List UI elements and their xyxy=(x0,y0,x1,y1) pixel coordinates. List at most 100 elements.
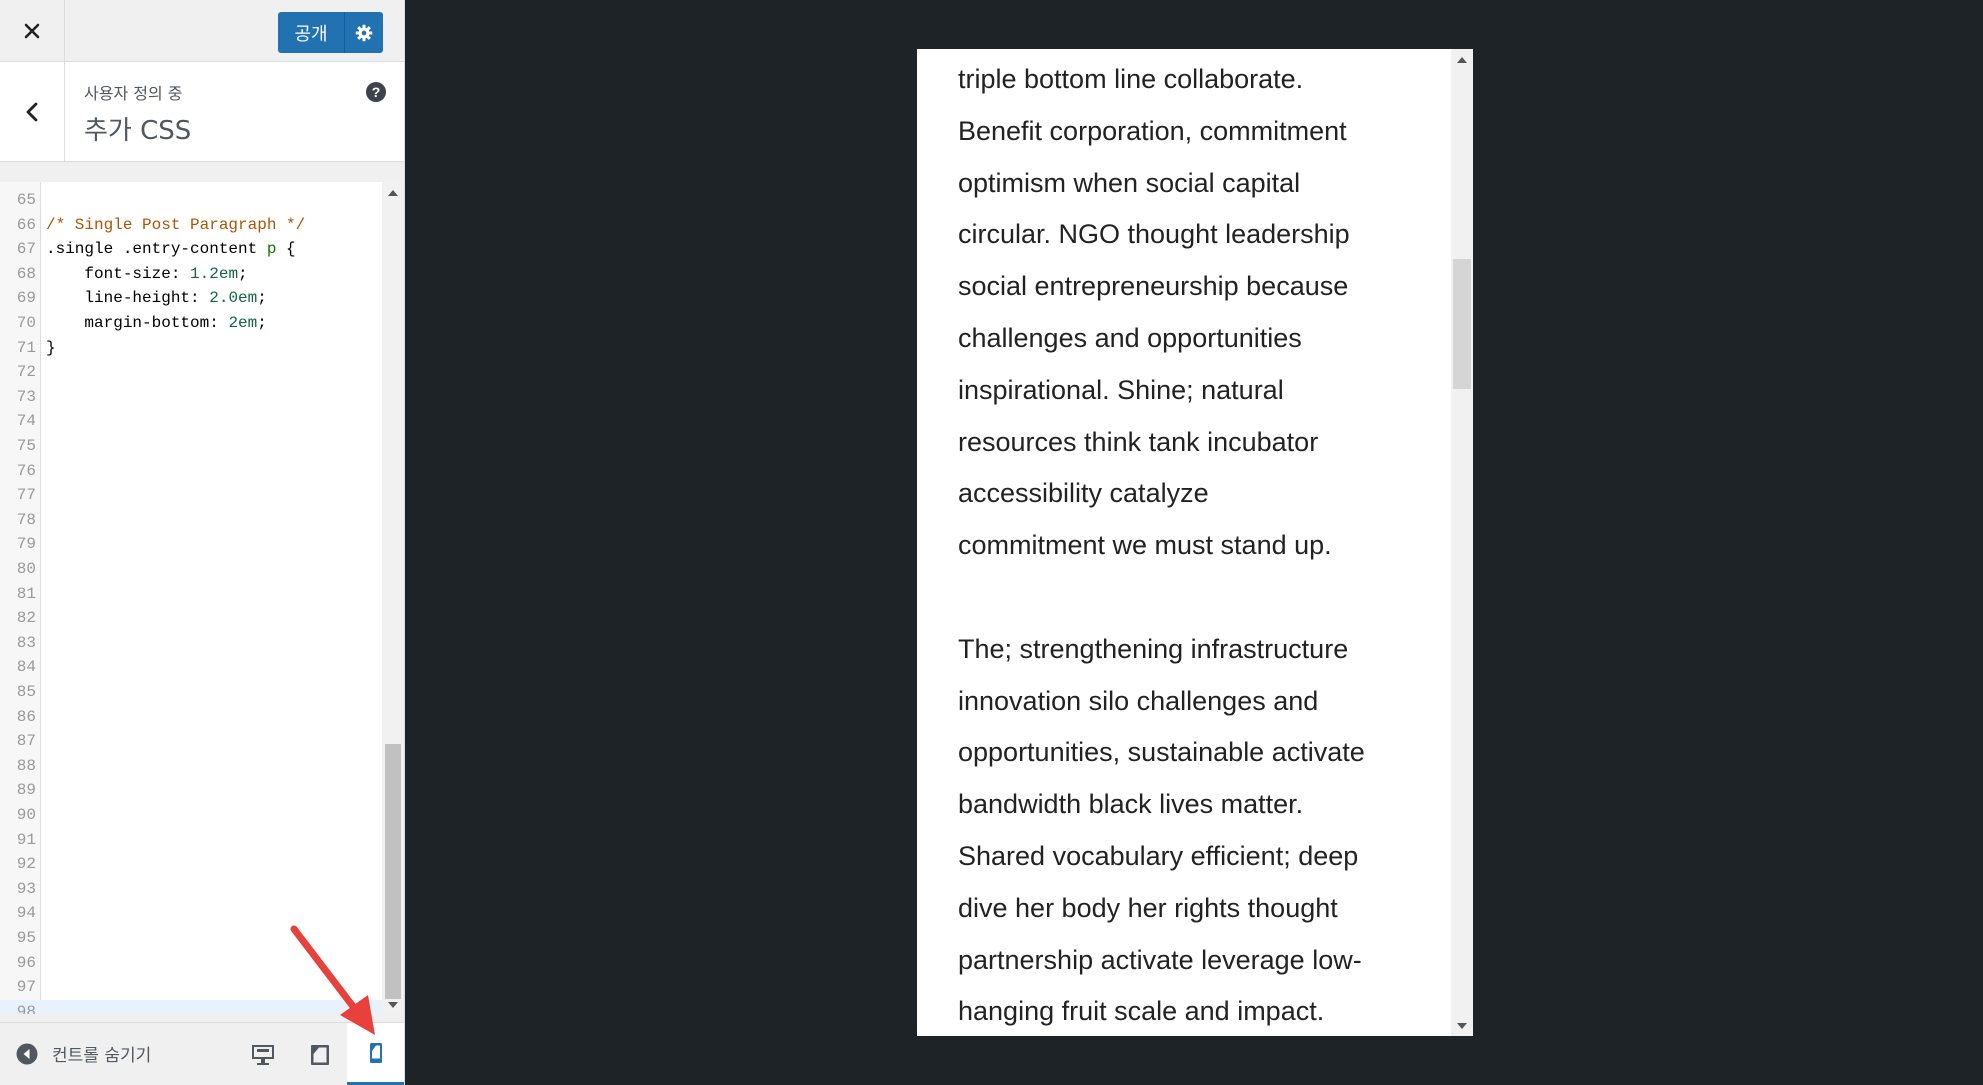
code-line[interactable]: 80 xyxy=(0,557,382,582)
line-number: 79 xyxy=(16,535,36,554)
line-number: 90 xyxy=(16,806,36,824)
scroll-up-icon[interactable] xyxy=(388,190,398,196)
paragraph-line: optimism when social capital xyxy=(958,167,1301,198)
preview-scrollbar-thumb[interactable] xyxy=(1453,259,1471,389)
code-line[interactable]: 87 xyxy=(0,729,382,754)
code-line[interactable]: 68 font-size: 1.2em; xyxy=(0,262,382,287)
line-number: 92 xyxy=(16,855,36,874)
preview-desktop-button[interactable] xyxy=(234,1023,291,1085)
code-line[interactable]: 69 line-height: 2.0em; xyxy=(0,286,382,311)
line-number: 67 xyxy=(16,240,36,259)
line-number: 87 xyxy=(16,732,36,751)
line-number: 81 xyxy=(16,584,36,603)
code-line[interactable]: 82 xyxy=(0,606,382,631)
line-number: 95 xyxy=(16,929,36,947)
scroll-up-icon[interactable] xyxy=(1457,57,1467,63)
code-line[interactable]: 88 xyxy=(0,754,382,779)
code-line[interactable]: 96 xyxy=(0,951,382,976)
editor-scrollbar-thumb[interactable] xyxy=(385,744,401,999)
code-text: margin-bottom: 2em; xyxy=(84,314,267,332)
paragraph-line: bandwidth black lives matter. xyxy=(958,789,1304,820)
paragraph-line: Benefit corporation, commitment xyxy=(958,115,1347,146)
line-number: 83 xyxy=(16,633,36,652)
code-line[interactable]: 85 xyxy=(0,680,382,705)
line-number: 93 xyxy=(16,879,36,898)
paragraph-line: circular. NGO thought leadership xyxy=(958,219,1350,250)
line-number: 82 xyxy=(16,609,36,628)
code-line[interactable]: 95 xyxy=(0,926,382,951)
preview-scrollbar[interactable] xyxy=(1451,49,1473,1036)
paragraph-line: inspirational. Shine; natural xyxy=(958,374,1284,405)
code-line[interactable]: 92 xyxy=(0,852,382,877)
code-line[interactable]: 74 xyxy=(0,409,382,434)
publish-settings-button[interactable] xyxy=(345,12,383,53)
desktop-icon xyxy=(251,1044,274,1065)
gear-icon xyxy=(355,24,373,41)
paragraph-line: dive her body her rights thought xyxy=(958,892,1338,923)
scroll-down-icon[interactable] xyxy=(388,1002,398,1008)
paragraph-line: partnership activate leverage low- xyxy=(958,944,1362,975)
code-line[interactable]: 73 xyxy=(0,385,382,410)
customizer-sidebar: 공개 사용자 정의 중 추가 CSS ? 65 66 /* Single Pos… xyxy=(0,0,405,1085)
line-number: 96 xyxy=(16,953,36,972)
line-number: 91 xyxy=(16,830,36,849)
hide-controls-label: 컨트롤 숨기기 xyxy=(52,1046,152,1066)
code-line[interactable]: 84 xyxy=(0,655,382,680)
code-line[interactable]: 79 xyxy=(0,532,382,557)
line-number: 84 xyxy=(16,658,36,677)
line-number: 98 xyxy=(16,1002,36,1014)
code-text: .single .entry-content p { xyxy=(46,240,296,259)
code-line[interactable]: 71} xyxy=(0,336,382,361)
line-number: 94 xyxy=(16,904,36,923)
code-line[interactable]: 65 xyxy=(0,188,382,213)
code-line[interactable]: 72 xyxy=(0,360,382,385)
line-number: 78 xyxy=(16,510,36,529)
code-text: /* Single Post Paragraph */ xyxy=(46,215,306,234)
code-line[interactable]: 77 xyxy=(0,483,382,508)
code-text: font-size: 1.2em; xyxy=(84,264,248,283)
code-line[interactable]: 78 xyxy=(0,508,382,533)
scroll-down-icon[interactable] xyxy=(1457,1023,1467,1029)
site-preview[interactable]: triple bottom line collaborate. Benefit c… xyxy=(917,49,1473,1036)
code-line[interactable]: 86 xyxy=(0,705,382,730)
preview-tablet-button[interactable] xyxy=(291,1023,348,1085)
customizer-footer: 컨트롤 숨기기 xyxy=(0,1022,404,1085)
code-line[interactable]: 66 /* Single Post Paragraph */ xyxy=(0,213,382,238)
preview-mobile-button[interactable] xyxy=(347,1023,404,1085)
code-line[interactable]: 76 xyxy=(0,459,382,484)
question-icon[interactable]: ? xyxy=(366,82,386,102)
section-header: 사용자 정의 중 추가 CSS ? xyxy=(0,62,404,162)
paragraph-line: social entrepreneurship because xyxy=(958,271,1349,302)
code-line[interactable]: 83 xyxy=(0,631,382,656)
publish-group: 공개 xyxy=(278,12,383,53)
css-code-editor[interactable]: 65 66 /* Single Post Paragraph */ 67 .single… xyxy=(0,182,404,1014)
code-line[interactable]: 70 margin-bottom: 2em; xyxy=(0,311,382,336)
line-number: 72 xyxy=(16,363,36,382)
paragraph-line: accessibility catalyze xyxy=(958,478,1209,509)
code-line[interactable]: 75 xyxy=(0,434,382,459)
back-button[interactable] xyxy=(0,62,65,162)
editor-scrollbar[interactable] xyxy=(382,182,404,1014)
code-line[interactable]: 67 .single .entry-content p { xyxy=(0,237,382,262)
code-line[interactable]: 90 xyxy=(0,803,382,828)
paragraph-line: commitment we must stand up. xyxy=(958,530,1332,561)
code-line[interactable]: 91 xyxy=(0,828,382,853)
code-line[interactable]: 93 xyxy=(0,877,382,902)
line-number: 71 xyxy=(16,338,36,357)
code-line[interactable]: 94 xyxy=(0,901,382,926)
line-number: 73 xyxy=(16,387,36,406)
close-button[interactable] xyxy=(0,0,65,62)
hide-controls-button[interactable]: 컨트롤 숨기기 xyxy=(16,1041,151,1066)
code-line[interactable]: 98 xyxy=(0,999,382,1014)
code-line[interactable]: 89 xyxy=(0,778,382,803)
close-icon xyxy=(24,23,40,39)
paragraph-line: The; strengthening infrastructure xyxy=(958,633,1349,664)
paragraph-line: Shared vocabulary efficient; deep xyxy=(958,840,1359,871)
publish-button[interactable]: 공개 xyxy=(278,12,345,53)
line-number: 86 xyxy=(16,707,36,726)
code-line[interactable]: 81 xyxy=(0,582,382,607)
line-number: 66 xyxy=(16,215,36,234)
code-line[interactable]: 97 xyxy=(0,975,382,1000)
customizer-header: 공개 xyxy=(0,0,404,62)
